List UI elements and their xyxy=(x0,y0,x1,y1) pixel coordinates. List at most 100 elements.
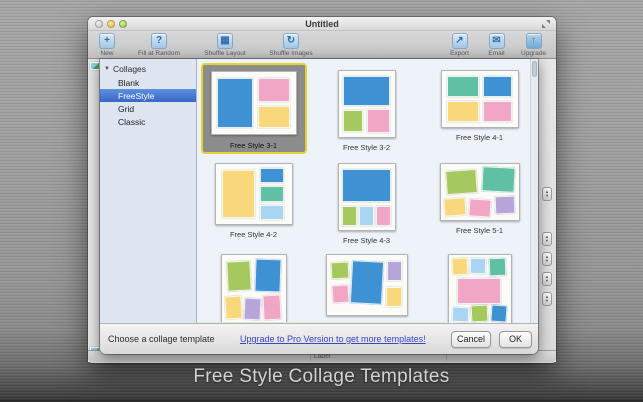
minimize-button[interactable] xyxy=(107,20,115,28)
upgrade-pro-link[interactable]: Upgrade to Pro Version to get more templ… xyxy=(215,334,451,344)
close-button[interactable] xyxy=(95,20,103,28)
purple-photo-block xyxy=(494,196,516,215)
vertical-scrollbar[interactable] xyxy=(530,59,538,323)
lightblue-photo-block xyxy=(359,205,374,227)
template-free-style-3-1[interactable]: Free Style 3-1 xyxy=(197,59,310,154)
template-card[interactable] xyxy=(197,245,310,323)
choose-template-hint: Choose a collage template xyxy=(108,334,215,344)
shuffle-layout-label: Shuffle Layout xyxy=(204,50,246,57)
fill-at-random-button[interactable]: ? Fill at Random xyxy=(124,32,194,58)
template-free-style-4-1[interactable]: Free Style 4-1 xyxy=(423,59,536,152)
toolbar-left-group: + New? Fill at Random ▦ Shuffle Layout ↻ Shuff… xyxy=(90,32,326,58)
ok-button[interactable]: OK xyxy=(499,330,532,348)
template-free-style-4-2[interactable]: Free Style 4-2 xyxy=(197,152,310,245)
plus-icon: + xyxy=(99,33,115,49)
photo-thumbnail-icon[interactable] xyxy=(90,62,100,70)
label-field-caption: Label xyxy=(313,353,331,360)
email-button[interactable]: ✉ Email xyxy=(478,32,515,58)
template-chooser-sheet: ▼ Collages Blank FreeStyle Grid Classic Fre… xyxy=(100,59,538,354)
pink-photo-block xyxy=(262,294,282,321)
envelope-icon: ✉ xyxy=(488,33,505,49)
zoom-button[interactable] xyxy=(119,20,127,28)
toolbar-right-group: ↗ Export ✉ Email ↑ Upgrade xyxy=(441,32,552,58)
pink-photo-block xyxy=(366,108,391,134)
titlebar[interactable]: Untitled xyxy=(88,17,556,31)
template-label: Free Style 4-2 xyxy=(229,230,278,239)
sidebar-item-blank[interactable]: Blank xyxy=(100,76,196,89)
template-thumbnail xyxy=(447,254,512,323)
purple-photo-block xyxy=(387,261,403,282)
yellow-photo-block xyxy=(385,287,403,307)
blue-photo-block xyxy=(490,304,507,323)
teal-photo-block xyxy=(446,76,479,98)
stepper-control[interactable]: ▲ ▼ xyxy=(542,292,552,306)
template-free-style-4-3[interactable]: Free Style 4-3 xyxy=(310,152,423,245)
refresh-icon: ↻ xyxy=(283,33,299,49)
disclosure-triangle-icon[interactable]: ▼ xyxy=(104,66,110,72)
yellow-photo-block xyxy=(446,100,479,122)
new-button[interactable]: + New xyxy=(90,32,124,58)
shuffle-images-button[interactable]: ↻ Shuffle Images xyxy=(256,32,326,58)
sidebar-item-grid[interactable]: Grid xyxy=(100,102,196,115)
template-thumbnail xyxy=(337,163,396,231)
template-free-style-3-2[interactable]: Free Style 3-2 xyxy=(310,59,423,152)
background-inspector-pane: ▲ ▼ ▲ ▼ ▲ ▼ ▲ ▼ ▲ ▼ xyxy=(538,59,556,350)
pink-photo-block xyxy=(456,277,502,304)
window-body: ▲ ▼ ▲ ▼ ▲ ▼ ▲ ▼ ▲ ▼ Label ▼ Collages Blank FreeSty… xyxy=(88,59,556,362)
pink-photo-block xyxy=(468,197,492,218)
export-arrow-icon: ↗ xyxy=(451,33,468,49)
shuffle-layout-button[interactable]: ▦ Shuffle Layout xyxy=(194,32,256,58)
template-card[interactable] xyxy=(423,245,536,323)
cancel-button[interactable]: Cancel xyxy=(451,330,491,348)
traffic-lights xyxy=(95,20,127,28)
green-photo-block xyxy=(471,304,489,323)
blue-photo-block xyxy=(350,260,385,305)
layout-grid-icon: ▦ xyxy=(217,33,233,49)
template-card[interactable] xyxy=(310,245,423,323)
resize-icon[interactable] xyxy=(542,20,550,28)
export-button[interactable]: ↗ Export xyxy=(441,32,478,58)
yellow-photo-block xyxy=(451,257,468,276)
upgrade-button[interactable]: ↑ Upgrade xyxy=(515,32,552,58)
purple-photo-block xyxy=(243,297,262,321)
pink-photo-block xyxy=(482,100,513,122)
teal-photo-block xyxy=(259,186,284,202)
template-thumbnail xyxy=(325,254,408,316)
blue-photo-block xyxy=(254,258,281,293)
stepper-control[interactable]: ▲ ▼ xyxy=(542,272,552,286)
lightblue-photo-block xyxy=(259,205,284,221)
stepper-control[interactable]: ▲ ▼ xyxy=(542,232,552,246)
stepper-control[interactable]: ▲ ▼ xyxy=(542,252,552,266)
email-label: Email xyxy=(488,50,505,57)
template-grid: Free Style 3-1 Free Style 3-2 Free Style 4… xyxy=(197,59,538,323)
green-photo-block xyxy=(342,109,364,133)
yellow-photo-block xyxy=(443,196,467,217)
yellow-photo-block xyxy=(257,106,290,129)
up-arrow-icon: ↑ xyxy=(525,33,542,49)
sidebar-item-freestyle[interactable]: FreeStyle xyxy=(100,89,196,102)
lightblue-photo-block xyxy=(451,306,469,323)
template-free-style-5-1[interactable]: Free Style 5-1 xyxy=(423,152,536,245)
template-label: Free Style 4-3 xyxy=(342,236,391,245)
pink-photo-block xyxy=(331,284,350,304)
blue-photo-block xyxy=(259,167,284,183)
sheet-footer: Choose a collage template Upgrade to Pro… xyxy=(100,323,538,354)
template-label: Free Style 3-2 xyxy=(342,143,391,152)
blue-photo-block xyxy=(342,75,390,106)
selected-template-highlight: Free Style 3-1 xyxy=(200,63,307,154)
fill-at-random-label: Fill at Random xyxy=(138,50,180,57)
yellow-photo-block xyxy=(221,170,256,218)
template-thumbnail xyxy=(210,71,297,135)
sidebar-item-classic[interactable]: Classic xyxy=(100,115,196,128)
pink-photo-block xyxy=(257,77,290,103)
toolbar: + New? Fill at Random ▦ Shuffle Layout ↻ Shuff… xyxy=(88,31,556,59)
screenshot-caption: Free Style Collage Templates xyxy=(193,366,450,387)
pink-photo-block xyxy=(376,205,391,227)
sidebar-group-collages[interactable]: ▼ Collages xyxy=(100,62,196,76)
background-thumbnail-pane xyxy=(88,59,100,355)
app-window: Untitled + New? Fill at Random ▦ Shuffle Lay… xyxy=(88,17,556,363)
template-label: Free Style 4-1 xyxy=(455,133,504,142)
stepper-control[interactable]: ▲ ▼ xyxy=(542,187,552,201)
template-thumbnail xyxy=(439,163,520,221)
template-label: Free Style 5-1 xyxy=(455,226,504,235)
